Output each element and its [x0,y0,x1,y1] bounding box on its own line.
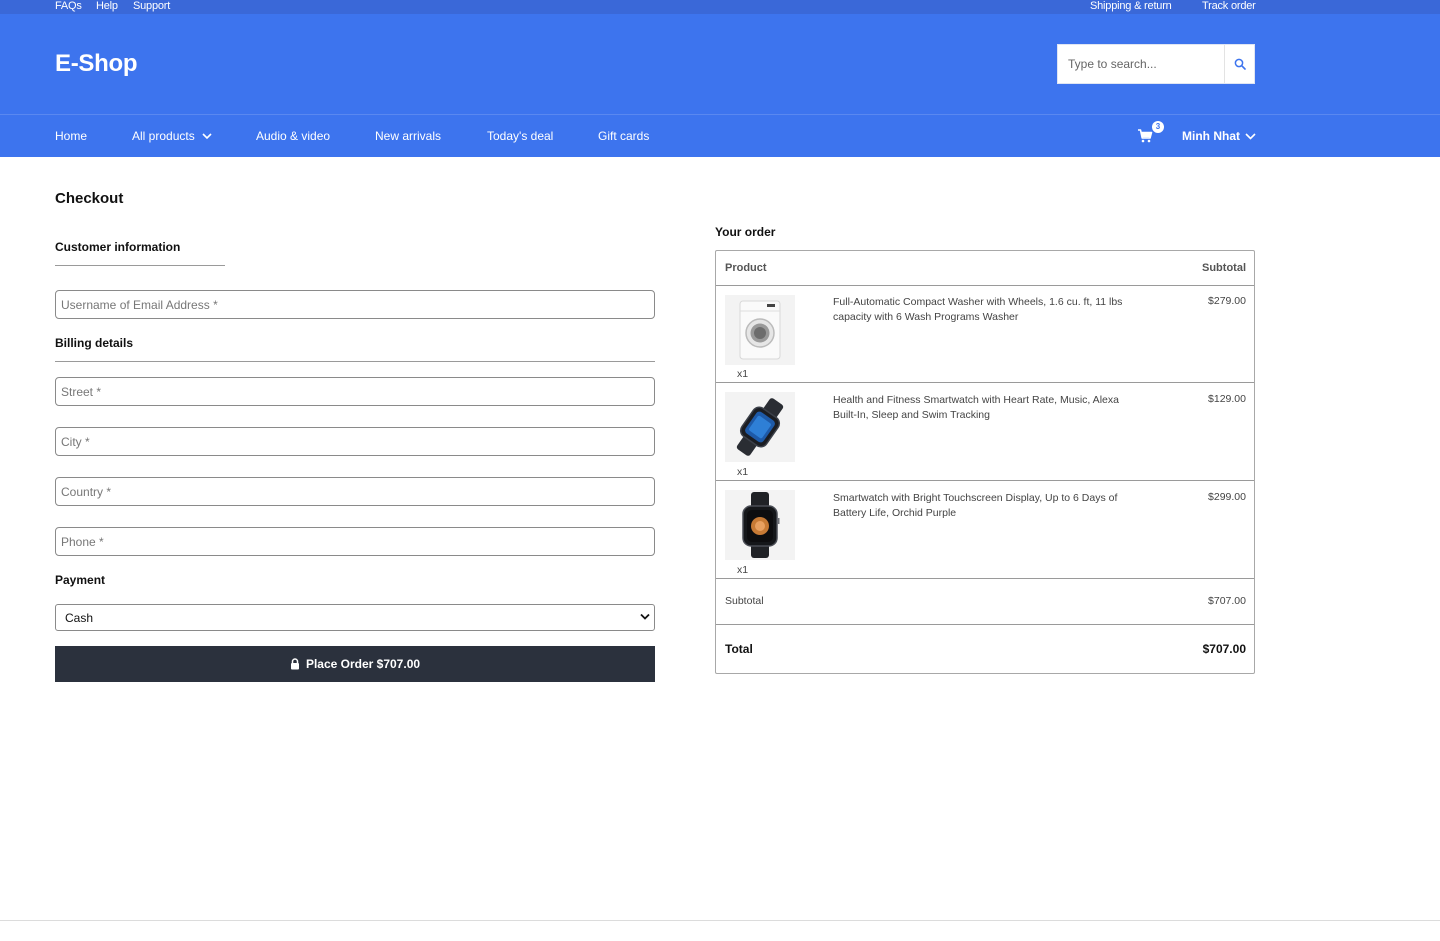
nav-audio-video[interactable]: Audio & video [256,129,330,143]
city-field[interactable] [55,427,655,456]
smartwatch-image [725,392,795,462]
row-divider [716,382,1254,383]
place-order-label: Place Order $707.00 [305,657,421,671]
nav-gift-cards[interactable]: Gift cards [598,129,649,143]
street-field[interactable] [55,377,655,406]
nav-new-arrivals[interactable]: New arrivals [375,129,441,143]
product-name: Health and Fitness Smartwatch with Heart… [833,394,1119,421]
chevron-down-icon [640,613,650,620]
customer-info-divider [55,265,225,266]
search-icon [1234,58,1246,70]
cart-count-badge: 3 [1152,121,1164,133]
subtotal-label: Subtotal [725,595,764,607]
cart-icon[interactable] [1137,128,1153,144]
footer-divider [0,920,1440,921]
payment-selected-value: Cash [65,611,94,625]
username-email-field[interactable] [55,290,655,319]
billing-divider [55,361,655,362]
main-navigation: Home All products Audio & video New arri… [0,114,1440,157]
order-summary-table: Product Subtotal Full-Automatic Compact … [715,250,1255,674]
chevron-down-icon [1245,133,1256,140]
search-box [1057,44,1255,84]
product-column-header: Product [725,262,767,274]
payment-heading: Payment [55,573,106,587]
chevron-down-icon [202,133,212,140]
payment-method-select[interactable]: Cash [55,604,655,631]
search-button[interactable] [1224,45,1254,83]
product-price: $129.00 [1208,393,1246,405]
subtotal-value: $707.00 [1208,595,1246,607]
lock-icon [290,658,299,670]
smartwatch-image [725,490,795,560]
product-price: $299.00 [1208,491,1246,503]
site-logo[interactable]: E-Shop [55,50,138,78]
phone-field[interactable] [55,527,655,556]
country-field[interactable] [55,477,655,506]
nav-all-products[interactable]: All products [132,129,212,143]
product-quantity: x1 [737,564,749,576]
billing-details-heading: Billing details [55,336,134,350]
track-order-link[interactable]: Track order [1202,0,1256,13]
product-name: Full-Automatic Compact Washer with Wheel… [833,296,1123,323]
product-quantity: x1 [737,466,749,478]
customer-info-heading: Customer information [55,240,181,254]
page-title: Checkout [55,190,124,207]
row-divider [716,624,1254,625]
your-order-heading: Your order [715,225,776,239]
subtotal-column-header: Subtotal [1202,262,1246,274]
product-price: $279.00 [1208,295,1246,307]
product-name: Smartwatch with Bright Touchscreen Displ… [833,492,1118,519]
faqs-link[interactable]: FAQs [55,0,82,13]
place-order-button[interactable]: Place Order $707.00 [55,646,655,682]
nav-todays-deal[interactable]: Today's deal [487,129,553,143]
total-value: $707.00 [1202,642,1246,656]
search-input[interactable] [1058,45,1225,83]
help-link[interactable]: Help [96,0,118,13]
product-quantity: x1 [737,368,749,380]
row-divider [716,480,1254,481]
total-label: Total [725,642,753,656]
support-link[interactable]: Support [133,0,170,13]
top-utility-bar: FAQs Help Support Shipping & return Trac… [0,0,1440,14]
user-name: Minh Nhat [1182,129,1240,143]
shipping-return-link[interactable]: Shipping & return [1090,0,1172,13]
user-menu[interactable]: Minh Nhat [1182,129,1256,143]
row-divider [716,578,1254,579]
row-divider [716,285,1254,286]
nav-home[interactable]: Home [55,129,87,143]
washer-image [725,295,795,365]
nav-all-products-label: All products [132,129,195,143]
site-header: E-Shop [0,14,1440,114]
